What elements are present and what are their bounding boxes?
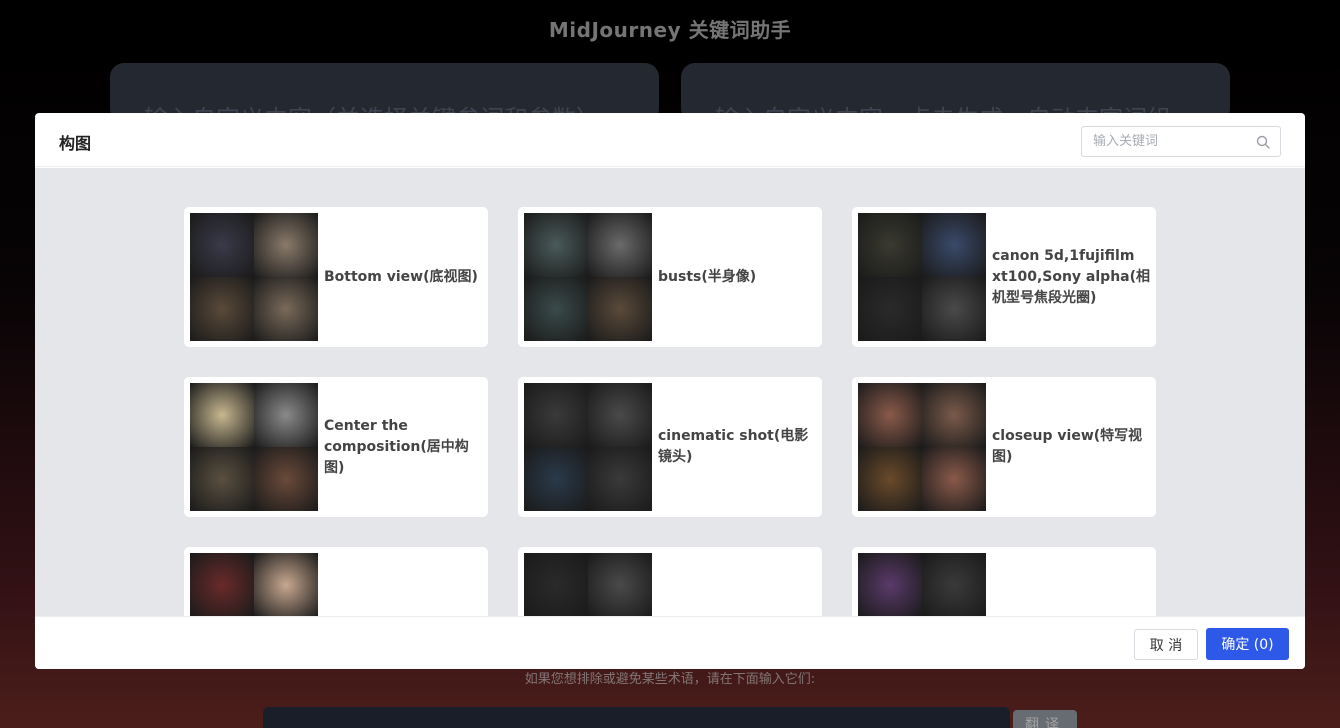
search-box[interactable] — [1081, 126, 1281, 157]
thumbnail-tile — [254, 277, 318, 341]
modal-title: 构图 — [59, 134, 92, 153]
confirm-button[interactable]: 确定 (0) — [1206, 628, 1289, 660]
thumbnail-tile — [190, 447, 254, 511]
modal-header: 构图 — [35, 113, 1305, 167]
keyword-thumbnail — [524, 213, 652, 341]
thumbnail-tile — [922, 277, 986, 341]
keyword-label: cinematic shot(电影镜头) — [658, 428, 809, 465]
thumbnail-tile — [190, 383, 254, 447]
thumbnail-tile — [588, 213, 652, 277]
keyword-card[interactable]: busts(半身像) — [518, 207, 822, 347]
thumbnail-tile — [922, 383, 986, 447]
thumbnail-tile — [858, 553, 922, 616]
thumbnail-tile — [254, 553, 318, 616]
keyword-card[interactable] — [184, 547, 488, 616]
keyword-card[interactable]: Bottom view(底视图) — [184, 207, 488, 347]
thumbnail-tile — [588, 277, 652, 341]
thumbnail-tile — [254, 213, 318, 277]
thumbnail-tile — [922, 553, 986, 616]
thumbnail-tile — [858, 447, 922, 511]
keyword-label: Center the composition(居中构图) — [324, 417, 469, 476]
thumbnail-tile — [524, 277, 588, 341]
keyword-card[interactable]: Center the composition(居中构图) — [184, 377, 488, 517]
keyword-label — [992, 547, 1150, 616]
keyword-thumbnail — [190, 383, 318, 511]
thumbnail-tile — [922, 213, 986, 277]
thumbnail-tile — [858, 213, 922, 277]
search-input[interactable] — [1082, 127, 1250, 156]
keyword-card[interactable]: closeup view(特写视图) — [852, 377, 1156, 517]
keyword-label: closeup view(特写视图) — [992, 428, 1143, 465]
keyword-label: Bottom view(底视图) — [324, 268, 478, 285]
keyword-label — [658, 547, 816, 616]
keyword-card[interactable] — [518, 547, 822, 616]
thumbnail-tile — [190, 213, 254, 277]
thumbnail-tile — [524, 383, 588, 447]
thumbnail-tile — [524, 553, 588, 616]
thumbnail-tile — [588, 553, 652, 616]
keyword-label — [324, 547, 482, 616]
thumbnail-tile — [190, 553, 254, 616]
keyword-label: canon 5d,1fujifilm xt100,Sony alpha(相机型号… — [992, 247, 1151, 306]
search-icon[interactable] — [1256, 135, 1270, 149]
thumbnail-tile — [524, 447, 588, 511]
modal-footer: 取 消 确定 (0) — [35, 616, 1305, 669]
thumbnail-tile — [858, 383, 922, 447]
keyword-thumbnail — [190, 553, 318, 616]
keyword-thumbnail — [524, 553, 652, 616]
thumbnail-tile — [588, 383, 652, 447]
keyword-card[interactable]: canon 5d,1fujifilm xt100,Sony alpha(相机型号… — [852, 207, 1156, 347]
keyword-thumbnail — [858, 553, 986, 616]
thumbnail-tile — [190, 277, 254, 341]
thumbnail-tile — [254, 383, 318, 447]
cancel-button[interactable]: 取 消 — [1134, 629, 1198, 660]
keyword-thumbnail — [858, 383, 986, 511]
keyword-card[interactable] — [852, 547, 1156, 616]
keyword-thumbnail — [524, 383, 652, 511]
thumbnail-tile — [922, 447, 986, 511]
thumbnail-tile — [254, 447, 318, 511]
thumbnail-tile — [858, 277, 922, 341]
keyword-label: busts(半身像) — [658, 268, 757, 285]
keyword-card[interactable]: cinematic shot(电影镜头) — [518, 377, 822, 517]
thumbnail-tile — [588, 447, 652, 511]
keyword-grid-area[interactable]: Bottom view(底视图) busts(半身像) canon 5d,1fuji… — [35, 168, 1305, 616]
keyword-thumbnail — [858, 213, 986, 341]
thumbnail-tile — [524, 213, 588, 277]
composition-modal: 构图 Bottom view(底视图) busts(半身像) canon 5d,1f… — [35, 113, 1305, 669]
keyword-thumbnail — [190, 213, 318, 341]
